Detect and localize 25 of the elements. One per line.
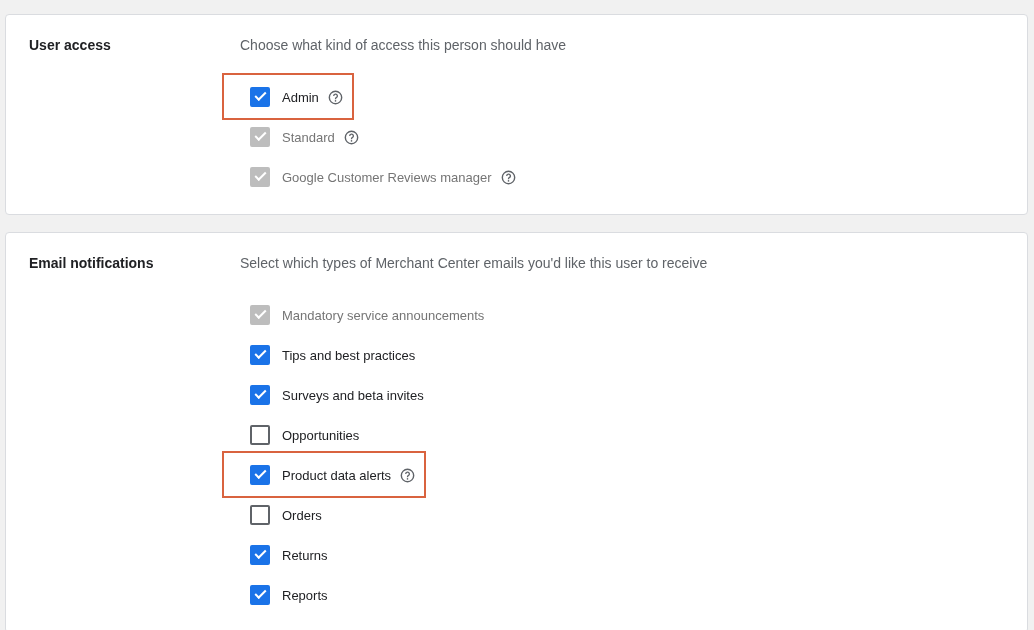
option-label: Orders [282, 507, 322, 523]
checkbox[interactable] [250, 465, 270, 485]
checkbox[interactable] [250, 345, 270, 365]
option-label: Tips and best practices [282, 347, 416, 363]
section-title: Email notifications [28, 255, 155, 273]
section-title: User access [28, 37, 112, 55]
section-description: Choose what kind of access this person should have [240, 37, 567, 53]
checkbox[interactable] [250, 585, 270, 605]
option-label: Admin [282, 89, 320, 105]
option-label: Reports [282, 587, 328, 603]
checkbox[interactable] [250, 505, 270, 525]
option-label: Standard [282, 129, 336, 145]
option-label: Opportunities [282, 427, 360, 443]
option-label: Surveys and beta invites [282, 387, 424, 403]
checkbox[interactable] [250, 545, 270, 565]
checkbox[interactable] [250, 87, 270, 107]
checkbox[interactable] [250, 425, 270, 445]
option-label: Google Customer Reviews manager [282, 169, 493, 185]
option-label: Product data alerts [282, 467, 393, 483]
checkbox[interactable] [250, 385, 270, 405]
section-description: Select which types of Merchant Center emails you'd like this user to receive [240, 255, 708, 271]
option-label: Mandatory service announcements [282, 307, 485, 323]
option-label: Returns [282, 547, 328, 563]
help-icon[interactable] [400, 467, 416, 483]
help-icon[interactable] [327, 89, 343, 105]
